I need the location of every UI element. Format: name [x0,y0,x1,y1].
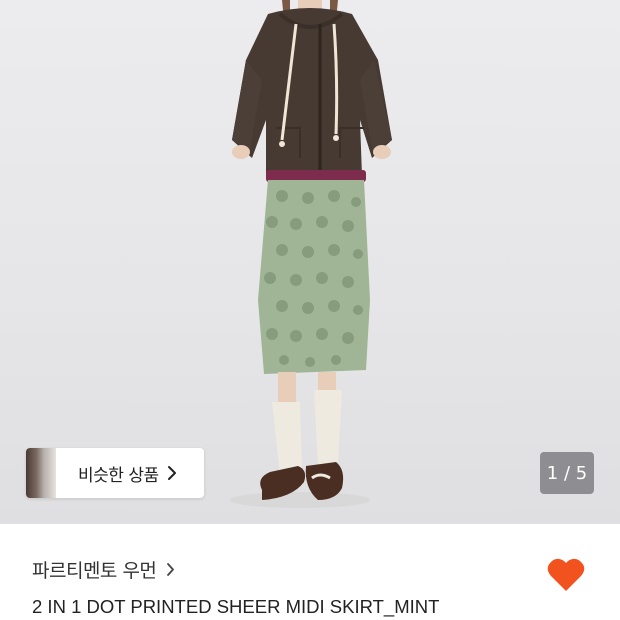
product-photo [230,0,392,508]
similar-products-label: 비슷한 상품 [78,465,159,486]
brand-name: 파르티멘토 우먼 [32,560,157,582]
like-button[interactable] [545,556,587,594]
chevron-right-icon [167,465,177,481]
chevron-right-icon [166,562,175,577]
similar-product-thumbnail [26,448,56,498]
product-title: 2 IN 1 DOT PRINTED SHEER MIDI SKIRT_MINT [32,596,440,617]
product-image-carousel[interactable]: 비슷한 상품 1 / 5 [0,0,620,524]
image-pager-indicator: 1 / 5 [540,452,594,494]
brand-link[interactable]: 파르티멘토 우먼 [32,556,175,583]
heart-icon [547,558,585,591]
similar-products-button[interactable]: 비슷한 상품 [26,448,204,498]
